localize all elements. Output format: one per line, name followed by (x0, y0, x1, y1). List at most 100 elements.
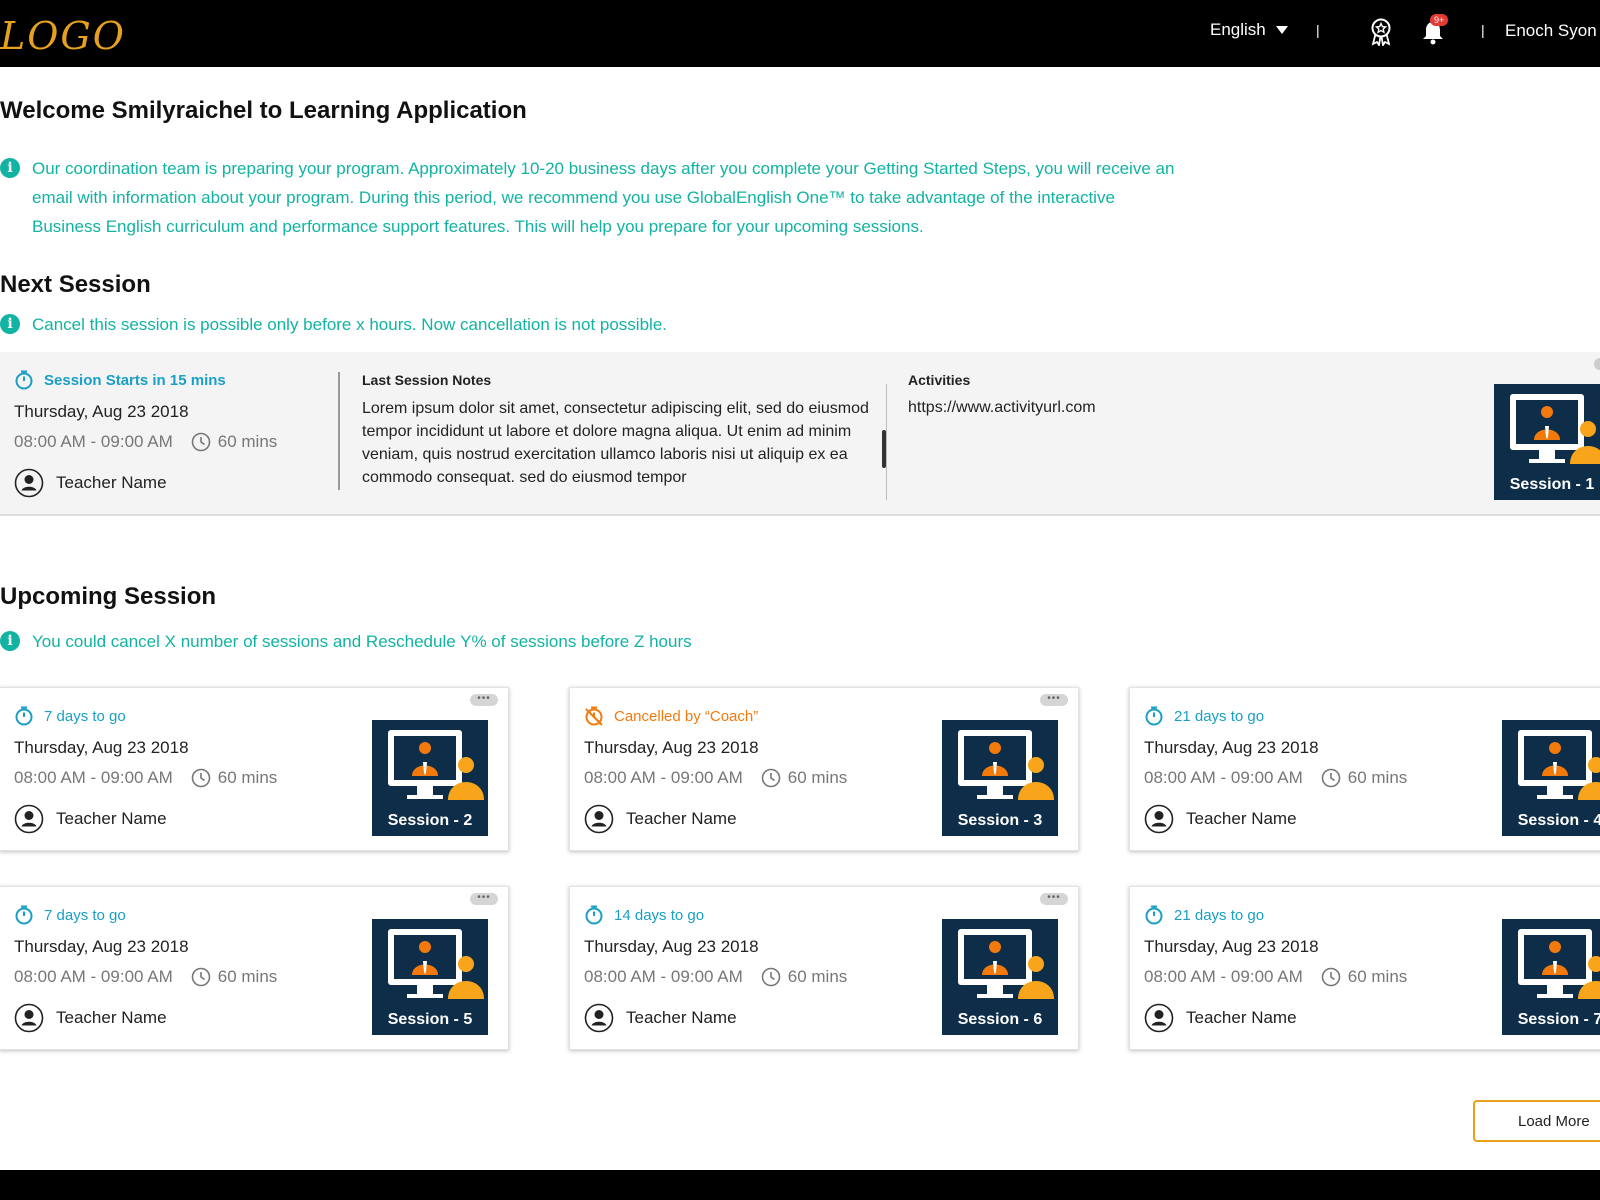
session-duration-text: 60 mins (787, 967, 848, 986)
info-line: email with information about your progra… (32, 188, 1115, 207)
info-icon: i (0, 314, 20, 334)
session-card[interactable]: Cancelled by “Coach” Thursday, Aug 23 20… (569, 687, 1079, 851)
session-status: 14 days to go (584, 905, 904, 925)
language-selector[interactable]: English (1210, 20, 1288, 40)
timer-icon (585, 905, 603, 925)
clock-icon (191, 768, 211, 788)
divider (338, 372, 340, 490)
load-more-button[interactable]: Load More (1473, 1100, 1600, 1142)
session-label: Session - 5 (387, 1011, 473, 1028)
session-time: 08:00 AM - 09:00 AM (584, 967, 743, 986)
session-time-row: 08:00 AM - 09:00 AM 60 mins (584, 768, 904, 788)
session-time: 08:00 AM - 09:00 AM (14, 967, 173, 986)
clock-icon (1321, 768, 1341, 788)
clock-icon (191, 432, 211, 452)
info-icon: i (0, 631, 20, 651)
award-icon[interactable] (1368, 18, 1394, 46)
clock-icon (761, 768, 781, 788)
ellipsis-icon[interactable]: ••• (1040, 694, 1068, 706)
panel-menu-dot[interactable] (1594, 358, 1600, 370)
clock-icon (1321, 967, 1341, 987)
session-status-text: 7 days to go (44, 906, 126, 924)
session-status-text: 7 days to go (44, 707, 126, 725)
teacher-name[interactable]: Teacher Name (56, 1008, 167, 1028)
session-label: Session - 7 (1517, 1011, 1600, 1028)
ellipsis-icon[interactable]: ••• (470, 893, 498, 905)
session-status-text: Cancelled by “Coach” (614, 707, 759, 725)
session-time-row: 08:00 AM - 09:00 AM 60 mins (14, 768, 334, 788)
session-time-row: 08:00 AM - 09:00 AM 60 mins (584, 967, 904, 987)
user-menu[interactable]: Enoch Syon (1505, 21, 1597, 41)
session-duration: 60 mins (761, 768, 847, 788)
session-details: Session Starts in 15 mins Thursday, Aug … (14, 370, 334, 498)
teacher-name[interactable]: Teacher Name (626, 1008, 737, 1028)
session-time: 08:00 AM - 09:00 AM (14, 432, 173, 451)
top-bar: LOGO English | 9+ | Enoch Syon (0, 0, 1600, 67)
session-duration: 60 mins (1321, 967, 1408, 987)
teacher-info: Teacher Name (1144, 1003, 1464, 1033)
notes-text[interactable]: Lorem ipsum dolor sit amet, consectetur … (362, 397, 882, 491)
session-card[interactable]: 14 days to go Thursday, Aug 23 2018 08:0… (569, 886, 1079, 1050)
session-status: 7 days to go (14, 706, 334, 726)
teacher-name[interactable]: Teacher Name (56, 809, 167, 829)
session-details: 7 days to go Thursday, Aug 23 2018 08:00… (14, 905, 334, 1033)
teacher-name[interactable]: Teacher Name (56, 473, 167, 493)
session-thumbnail[interactable]: Session - 2 (372, 720, 488, 836)
session-duration: 60 mins (191, 967, 278, 987)
session-duration-text: 60 mins (1347, 967, 1408, 986)
welcome-info: i Our coordination team is preparing you… (0, 154, 1174, 241)
footer (0, 1170, 1600, 1200)
session-thumbnail[interactable]: Session - 7 (1502, 919, 1600, 1035)
session-card[interactable]: 21 days to go Thursday, Aug 23 2018 08:0… (1129, 886, 1600, 1050)
session-duration-text: 60 mins (1347, 768, 1408, 787)
teacher-name[interactable]: Teacher Name (1186, 1008, 1297, 1028)
activities: Activities https://www.activityurl.com (908, 372, 1096, 417)
session-thumbnail[interactable]: Session - 5 (372, 919, 488, 1035)
logo[interactable]: LOGO (0, 14, 126, 58)
session-details: 21 days to go Thursday, Aug 23 2018 08:0… (1144, 706, 1464, 834)
ellipsis-icon[interactable]: ••• (1040, 893, 1068, 905)
session-date: Thursday, Aug 23 2018 (1144, 738, 1319, 757)
session-status: 21 days to go (1144, 905, 1464, 925)
activities-label: Activities (908, 372, 971, 388)
session-status-text: 14 days to go (614, 906, 705, 924)
session-thumbnail[interactable]: Session - 6 (942, 919, 1058, 1035)
session-details: 14 days to go Thursday, Aug 23 2018 08:0… (584, 905, 904, 1033)
timer-icon (15, 905, 33, 925)
teacher-name[interactable]: Teacher Name (626, 809, 737, 829)
session-card[interactable]: 7 days to go Thursday, Aug 23 2018 08:00… (0, 687, 509, 851)
session-thumbnail[interactable]: Session - 1 (1494, 384, 1600, 500)
user-avatar-icon (14, 804, 44, 834)
session-time-row: 08:00 AM - 09:00 AM 60 mins (1144, 768, 1464, 788)
session-time: 08:00 AM - 09:00 AM (1144, 768, 1303, 787)
session-card[interactable]: 7 days to go Thursday, Aug 23 2018 08:00… (0, 886, 509, 1050)
ellipsis-icon[interactable]: ••• (470, 694, 498, 706)
clock-icon (191, 967, 211, 987)
user-avatar-icon (14, 468, 44, 498)
upcoming-session-info: i You could cancel X number of sessions … (0, 627, 692, 656)
session-duration-text: 60 mins (217, 967, 278, 986)
teacher-info: Teacher Name (584, 1003, 904, 1033)
session-duration: 60 mins (1321, 768, 1408, 788)
session-thumbnail[interactable]: Session - 3 (942, 720, 1058, 836)
header-divider: | (1316, 22, 1320, 38)
session-thumbnail[interactable]: Session - 4 (1502, 720, 1600, 836)
timer-icon (1145, 706, 1163, 726)
timer-icon (15, 370, 33, 390)
activity-link[interactable]: https://www.activityurl.com (908, 399, 1096, 417)
session-label: Session - 3 (957, 812, 1043, 829)
session-duration: 60 mins (191, 432, 278, 452)
session-status-text: 21 days to go (1174, 906, 1265, 924)
timer-icon (15, 706, 33, 726)
teacher-name[interactable]: Teacher Name (1186, 809, 1297, 829)
session-duration-text: 60 mins (217, 432, 278, 451)
header-divider: | (1481, 22, 1485, 38)
session-time: 08:00 AM - 09:00 AM (1144, 967, 1303, 986)
info-line: Our coordination team is preparing your … (32, 159, 1175, 178)
welcome-info-text: Our coordination team is preparing your … (32, 154, 1174, 241)
session-duration: 60 mins (191, 768, 277, 788)
session-card[interactable]: 21 days to go Thursday, Aug 23 2018 08:0… (1129, 687, 1600, 851)
upcoming-session-title: Upcoming Session (0, 583, 217, 610)
session-time-row: 08:00 AM - 09:00 AM 60 mins (14, 967, 334, 987)
teacher-info: Teacher Name (14, 468, 334, 498)
